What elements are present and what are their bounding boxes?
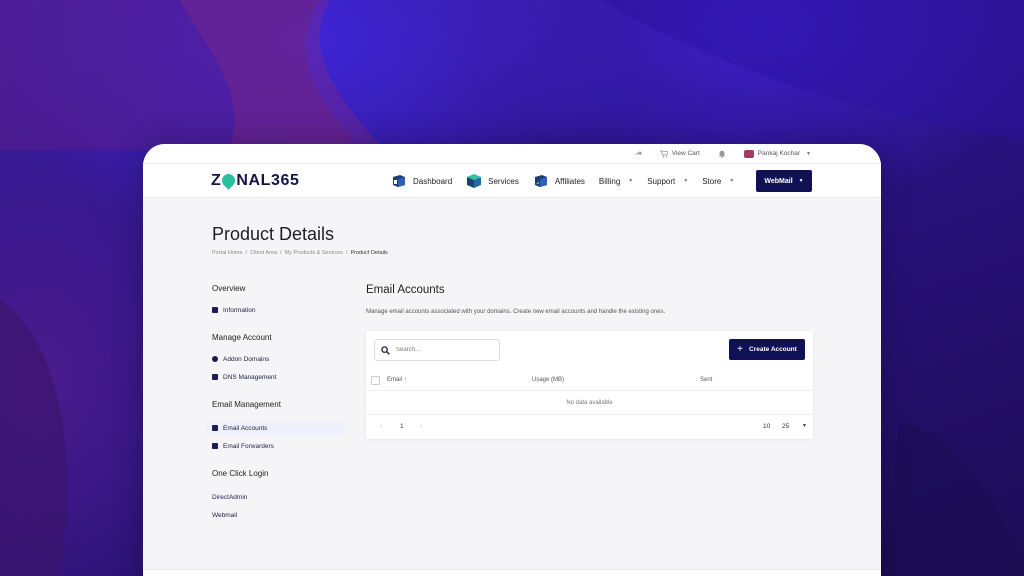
dashboard-icon: [393, 175, 405, 187]
share-icon: [634, 150, 642, 156]
sidebar-item-label: Webmail: [212, 511, 238, 519]
chevron-down-icon: ▼: [628, 178, 634, 184]
chevron-down-icon: ▼: [806, 150, 811, 157]
logo-text-right: NAL365: [236, 171, 300, 189]
cart-icon: [659, 149, 668, 158]
top-utility-bar: View Cart Pankaj Kochar ▼: [143, 144, 881, 164]
breadcrumb-separator: /: [280, 250, 282, 256]
sort-arrow-icon: ↑: [403, 377, 407, 383]
affiliates-icon: [534, 175, 547, 187]
search-input[interactable]: [396, 347, 496, 353]
page-size-25[interactable]: 25: [782, 423, 789, 430]
sidebar-item-directadmin[interactable]: DirectAdmin: [212, 490, 352, 504]
sidebar-item-addon-domains[interactable]: Addon Domains: [212, 352, 352, 366]
notifications-button[interactable]: [718, 150, 726, 158]
nav-store[interactable]: Store ▼: [702, 177, 734, 186]
logo-pin-icon: [219, 171, 239, 190]
chevron-down-icon: ▼: [798, 178, 804, 184]
webmail-button[interactable]: WebMail ▼: [756, 170, 812, 192]
create-account-label: Create Account: [749, 346, 797, 353]
page-number[interactable]: 1: [400, 423, 404, 430]
breadcrumb-client-area[interactable]: Client Area: [250, 250, 277, 256]
nav-billing[interactable]: Billing ▼: [599, 177, 633, 186]
chevron-down-icon[interactable]: ▼: [802, 423, 807, 429]
column-sent[interactable]: Sent: [700, 377, 712, 383]
sidebar-item-email-accounts[interactable]: Email Accounts: [206, 421, 344, 435]
sidebar: Overview Information Manage Account Addo…: [206, 284, 352, 522]
footer-edge: [143, 569, 881, 576]
sidebar-item-label: Email Forwarders: [223, 442, 274, 450]
column-usage[interactable]: Usage (MB): [532, 377, 564, 383]
nav-billing-label: Billing: [598, 176, 621, 186]
browser-window: View Cart Pankaj Kochar ▼ Z NAL365 Dashbo…: [143, 144, 881, 576]
sidebar-item-label: Information: [223, 306, 256, 314]
users-icon: [212, 443, 218, 449]
section-description: Manage email accounts associated with yo…: [366, 309, 666, 315]
breadcrumb-my-products[interactable]: My Products & Services: [285, 250, 343, 256]
nav-items: Dashboard Services Affiliates Billing ▼ …: [391, 164, 734, 198]
create-account-button[interactable]: + Create Account: [729, 339, 805, 360]
search-box[interactable]: [374, 339, 500, 361]
page-size-10[interactable]: 10: [763, 423, 770, 430]
main-navbar: Z NAL365 Dashboard Services Affiliates Bi…: [143, 164, 881, 198]
page-title: Product Details: [212, 224, 335, 244]
sidebar-item-label: Addon Domains: [223, 355, 270, 363]
sidebar-item-dns-management[interactable]: DNS Management: [212, 370, 352, 384]
column-email-label: Email: [387, 377, 403, 383]
sidebar-heading-overview: Overview: [212, 284, 246, 293]
main-content: Email Accounts Manage email accounts ass…: [366, 284, 813, 439]
user-avatar-icon: [743, 149, 754, 158]
user-menu[interactable]: Pankaj Kochar ▼: [743, 149, 811, 158]
sidebar-heading-email-management: Email Management: [212, 400, 281, 409]
sidebar-item-email-forwarders[interactable]: Email Forwarders: [212, 439, 352, 453]
breadcrumb-current: Product Details: [350, 250, 388, 256]
zonal365-logo[interactable]: Z NAL365: [211, 171, 300, 190]
email-accounts-table-card: + Create Account Email ↑ Usage (MB) Sent…: [366, 331, 813, 439]
chevron-down-icon: ▼: [683, 178, 689, 184]
nav-services-label: Services: [488, 176, 519, 186]
search-icon: [381, 345, 390, 355]
nav-dashboard-label: Dashboard: [413, 176, 453, 186]
prev-page-icon[interactable]: ‹: [380, 423, 382, 430]
breadcrumb: Portal Home / Client Area / My Products & …: [212, 250, 388, 256]
sidebar-item-label: DirectAdmin: [212, 493, 248, 501]
view-cart-link[interactable]: View Cart: [659, 149, 700, 158]
breadcrumb-separator: /: [245, 250, 248, 256]
logo-text-left: Z: [211, 171, 222, 189]
sidebar-item-label: Email Accounts: [223, 424, 268, 432]
select-all-checkbox[interactable]: [371, 376, 380, 385]
pagination: ‹ 1 › 10 25 ▼: [366, 415, 813, 439]
nav-dashboard[interactable]: Dashboard: [391, 173, 452, 189]
sidebar-item-webmail[interactable]: Webmail: [212, 508, 352, 522]
globe-icon: [212, 356, 218, 362]
next-page-icon[interactable]: ›: [420, 423, 422, 430]
breadcrumb-portal-home[interactable]: Portal Home: [212, 250, 243, 256]
section-title: Email Accounts: [366, 284, 445, 296]
table-header: Email ↑ Usage (MB) Sent: [366, 371, 813, 391]
plus-icon: +: [737, 344, 744, 355]
column-email[interactable]: Email ↑: [387, 377, 407, 383]
sidebar-heading-manage-account: Manage Account: [212, 333, 272, 342]
nav-affiliates-label: Affiliates: [554, 176, 585, 186]
sidebar-item-label: DNS Management: [223, 373, 277, 381]
empty-state: No data available: [366, 391, 813, 415]
nav-support-label: Support: [647, 176, 676, 186]
sidebar-heading-one-click-login: One Click Login: [212, 469, 269, 478]
nav-affiliates[interactable]: Affiliates: [533, 173, 585, 189]
chevron-down-icon: ▼: [729, 178, 735, 184]
view-cart-label: View Cart: [671, 150, 700, 157]
bell-icon: [718, 150, 725, 158]
breadcrumb-separator: /: [345, 250, 348, 256]
server-icon: [212, 374, 218, 380]
nav-services[interactable]: Services: [466, 173, 519, 189]
webmail-button-label: WebMail: [764, 177, 793, 185]
box-icon: [467, 174, 482, 188]
grid-icon: [212, 307, 218, 313]
user-name: Pankaj Kochar: [757, 150, 801, 157]
envelope-icon: [212, 425, 218, 431]
share-link[interactable]: [634, 150, 642, 158]
nav-store-label: Store: [702, 176, 722, 186]
sidebar-item-information[interactable]: Information: [212, 303, 352, 317]
nav-support[interactable]: Support ▼: [647, 177, 688, 186]
